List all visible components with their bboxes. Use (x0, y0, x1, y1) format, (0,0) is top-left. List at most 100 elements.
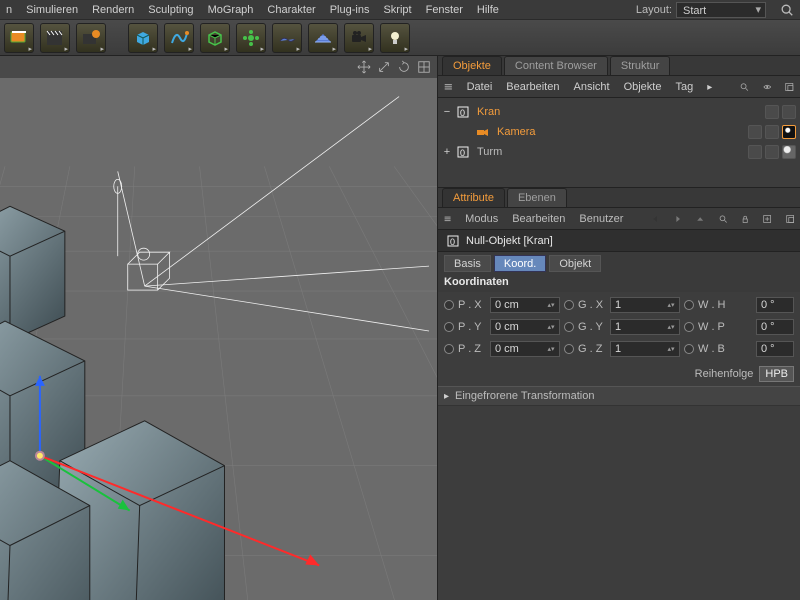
tool-clapper-button[interactable] (40, 23, 70, 53)
tool-camera-button[interactable] (344, 23, 374, 53)
visibility-flag[interactable] (782, 105, 796, 119)
coord-input-wh[interactable]: 0 ° (756, 297, 794, 313)
tool-floor-button[interactable] (308, 23, 338, 53)
anim-dot[interactable] (444, 300, 454, 310)
camera-icon (476, 125, 490, 139)
attr-menu-edit[interactable]: Bearbeiten (512, 213, 565, 225)
sub-tab-basis[interactable]: Basis (444, 255, 491, 272)
panel-popout-icon[interactable] (785, 81, 794, 93)
om-menu-edit[interactable]: Bearbeiten (506, 81, 559, 93)
tool-spline-button[interactable] (164, 23, 194, 53)
panel-menu-icon[interactable] (444, 213, 451, 225)
anim-dot[interactable] (444, 344, 454, 354)
svg-text:0: 0 (460, 148, 465, 158)
tab-structure[interactable]: Struktur (610, 56, 671, 75)
menu-item[interactable]: Charakter (267, 4, 315, 16)
anim-dot[interactable] (564, 344, 574, 354)
sub-tab-koord[interactable]: Koord. (494, 255, 546, 272)
nav-back-icon[interactable] (651, 212, 659, 226)
coord-input-py[interactable]: 0 cm▴▾ (490, 319, 560, 335)
panel-popout-icon[interactable] (786, 212, 794, 226)
sub-tab-objekt[interactable]: Objekt (549, 255, 601, 272)
layer-flag[interactable] (748, 125, 762, 139)
tool-undo-button[interactable] (4, 23, 34, 53)
om-menu-overflow[interactable] (707, 81, 712, 93)
coord-input-pz[interactable]: 0 cm▴▾ (490, 341, 560, 357)
attribute-manager-tabs: Attribute Ebenen (438, 188, 800, 208)
menu-item[interactable]: Rendern (92, 4, 134, 16)
layout-dropdown[interactable]: Start (676, 2, 766, 18)
layer-flag[interactable] (765, 105, 779, 119)
3d-viewport[interactable] (0, 56, 438, 600)
menu-item[interactable]: MoGraph (208, 4, 254, 16)
coord-label-pz: P . Z (458, 343, 486, 355)
tool-generator-button[interactable] (200, 23, 230, 53)
menu-item[interactable]: n (6, 4, 12, 16)
anim-dot[interactable] (684, 300, 694, 310)
nav-up-icon[interactable] (696, 212, 704, 226)
om-menu-file[interactable]: Datei (467, 81, 493, 93)
layer-flag[interactable] (748, 145, 762, 159)
tree-label[interactable]: Kamera (494, 126, 539, 138)
tool-deformer-button[interactable] (236, 23, 266, 53)
tree-row-turm[interactable]: + 0 Turm (442, 142, 796, 162)
anim-dot[interactable] (684, 322, 694, 332)
coord-label-px: P . X (458, 299, 486, 311)
menu-item[interactable]: Simulieren (26, 4, 78, 16)
panel-menu-icon[interactable] (444, 81, 453, 93)
search-icon[interactable] (740, 81, 749, 93)
visibility-flag[interactable] (765, 125, 779, 139)
search-icon[interactable] (719, 212, 727, 226)
material-tag-icon[interactable] (782, 145, 796, 159)
object-manager-toolbar: Datei Bearbeiten Ansicht Objekte Tag (438, 76, 800, 98)
coord-input-gz[interactable]: 1▴▾ (610, 341, 680, 357)
tab-objects[interactable]: Objekte (442, 56, 502, 75)
tree-row-kamera[interactable]: Kamera (442, 122, 796, 142)
ordering-label: Reihenfolge (695, 368, 754, 380)
search-icon[interactable] (780, 3, 794, 17)
visibility-flag[interactable] (765, 145, 779, 159)
anim-dot[interactable] (444, 322, 454, 332)
coord-input-wb[interactable]: 0 ° (756, 341, 794, 357)
lock-icon[interactable] (741, 212, 749, 226)
tree-label[interactable]: Kran (474, 106, 503, 118)
coord-input-gx[interactable]: 1▴▾ (610, 297, 680, 313)
menu-item[interactable]: Fenster (426, 4, 463, 16)
expand-toggle[interactable]: + (442, 146, 452, 158)
tool-cube-primitive-button[interactable] (128, 23, 158, 53)
object-tree: − 0 Kran Kamera + 0 Turm (438, 98, 800, 188)
om-menu-view[interactable]: Ansicht (573, 81, 609, 93)
menu-item[interactable]: Sculpting (148, 4, 193, 16)
tab-attributes[interactable]: Attribute (442, 188, 505, 207)
anim-dot[interactable] (684, 344, 694, 354)
anim-dot[interactable] (564, 300, 574, 310)
menu-item[interactable]: Plug-ins (330, 4, 370, 16)
coord-input-px[interactable]: 0 cm▴▾ (490, 297, 560, 313)
camera-tag-icon[interactable] (782, 125, 796, 139)
eye-icon[interactable] (763, 81, 772, 93)
menu-item[interactable]: Hilfe (477, 4, 499, 16)
attr-menu-user[interactable]: Benutzer (579, 213, 623, 225)
attr-menu-mode[interactable]: Modus (465, 213, 498, 225)
tree-row-kran[interactable]: − 0 Kran (442, 102, 796, 122)
side-panel: Objekte Content Browser Struktur Datei B… (438, 56, 800, 600)
coord-input-gy[interactable]: 1▴▾ (610, 319, 680, 335)
anim-dot[interactable] (564, 322, 574, 332)
tab-content-browser[interactable]: Content Browser (504, 56, 608, 75)
om-menu-tag[interactable]: Tag (675, 81, 693, 93)
ordering-dropdown[interactable]: HPB (759, 366, 794, 382)
tab-layers[interactable]: Ebenen (507, 188, 567, 207)
attribute-object-title: Null-Objekt [Kran] (466, 235, 553, 247)
expand-toggle[interactable]: − (442, 106, 452, 118)
null-object-icon: 0 (446, 234, 460, 248)
coord-input-wp[interactable]: 0 ° (756, 319, 794, 335)
tool-light-button[interactable] (380, 23, 410, 53)
nav-forward-icon[interactable] (674, 212, 682, 226)
menu-item[interactable]: Skript (383, 4, 411, 16)
tool-render-settings-button[interactable] (76, 23, 106, 53)
tree-label[interactable]: Turm (474, 146, 505, 158)
frozen-transform-expander[interactable]: Eingefrorene Transformation (438, 386, 800, 406)
tool-environment-button[interactable] (272, 23, 302, 53)
om-menu-objects[interactable]: Objekte (624, 81, 662, 93)
new-window-icon[interactable] (763, 212, 771, 226)
